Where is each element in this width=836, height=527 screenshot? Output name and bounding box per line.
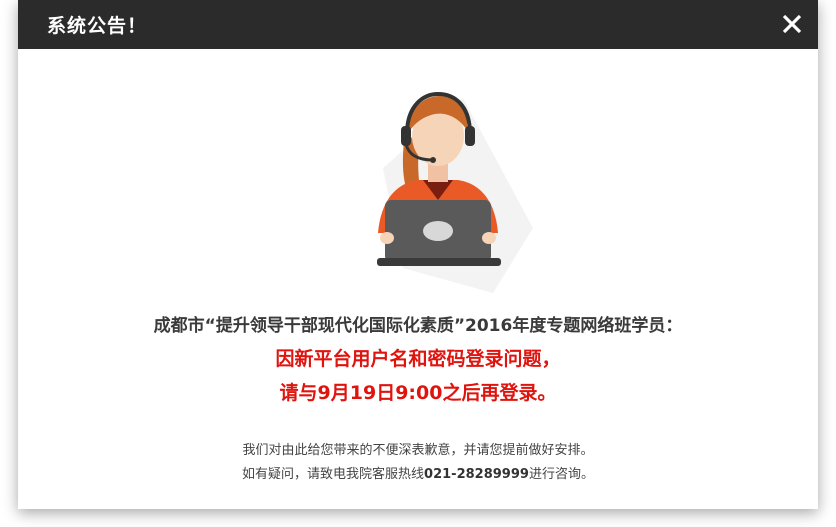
contact-prefix: 如有疑问，请致电我院客服热线 [242,467,425,482]
page: 系统公告！ 成都市“提升领导干部现代化国际化素质”2016年度专题网络班学员： … [0,0,836,527]
notice-instruction: 请与9月19日9:00之后再登录。 [279,382,557,404]
notice-recipients: 成都市“提升领导干部现代化国际化素质”2016年度专题网络班学员： [153,316,683,336]
dialog-title: 系统公告！ [47,15,148,37]
close-button[interactable] [780,12,804,36]
contact-suffix: 进行咨询。 [528,467,594,482]
customer-service-agent-icon [377,91,533,293]
close-icon [782,14,802,34]
notice-issue: 因新平台用户名和密码登录问题， [275,348,561,370]
notice-contact: 如有疑问，请致电我院客服热线021-28289999进行咨询。 [18,463,818,482]
announcement-dialog: 系统公告！ 成都市“提升领导干部现代化国际化素质”2016年度专题网络班学员： … [18,0,818,509]
dialog-header: 系统公告！ [18,0,818,49]
notice-apology: 我们对由此给您带来的不便深表歉意，并请您提前做好安排。 [242,443,594,458]
hotline-number: 021-28289999 [424,467,529,482]
